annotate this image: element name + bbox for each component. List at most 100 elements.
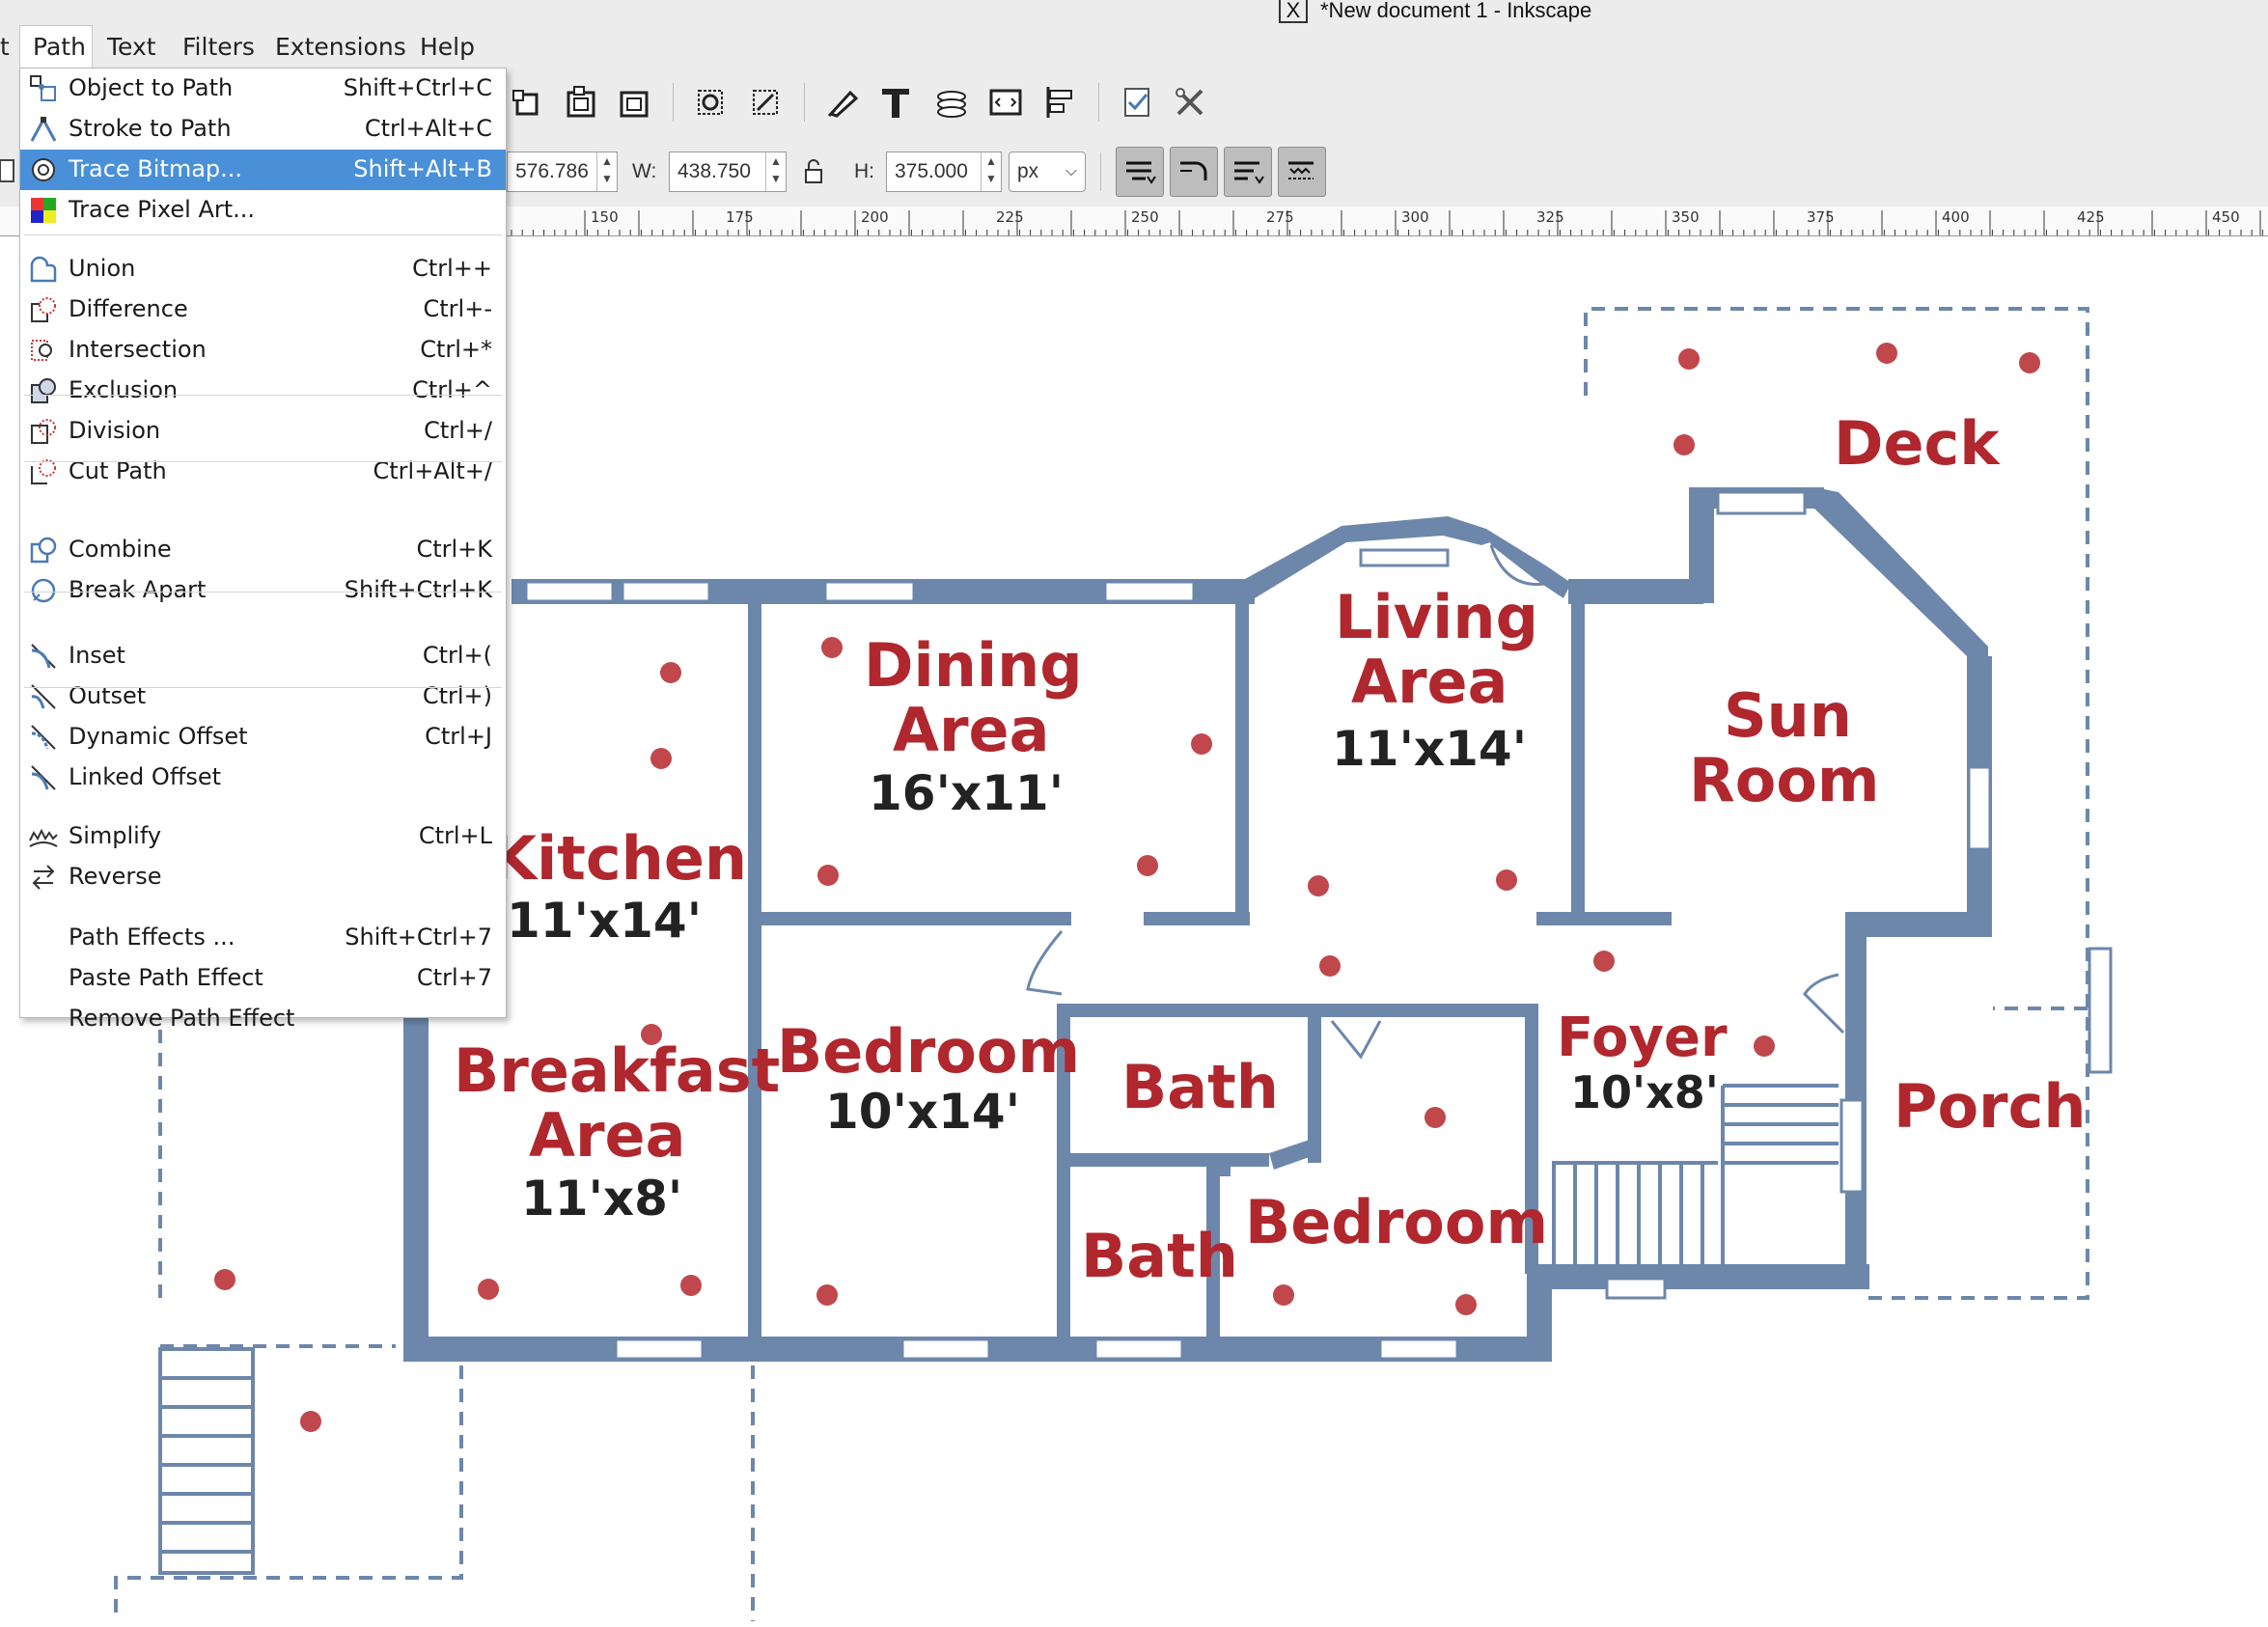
menu-item-outset[interactable]: Outset Ctrl+) xyxy=(20,676,506,717)
room-label-room: Room xyxy=(1689,745,1880,815)
exclusion-icon xyxy=(31,378,56,403)
width-label: W: xyxy=(632,160,657,182)
intersection-icon xyxy=(31,340,52,361)
menu-item-trace-bitmap[interactable]: Trace Bitmap... Shift+Alt+B xyxy=(20,150,506,190)
zoom-selection-icon[interactable] xyxy=(693,85,728,120)
width-input[interactable]: 438.750 ▲ ▼ xyxy=(669,152,787,192)
menu-item-shortcut: Ctrl+/ xyxy=(424,417,492,444)
menu-item-label: Linked Offset xyxy=(69,763,222,790)
x-spin-arrows[interactable]: ▲ ▼ xyxy=(596,152,617,191)
menu-item-remove-path-effect[interactable]: Remove Path Effect xyxy=(20,999,506,1039)
scale-corners-toggle[interactable] xyxy=(1170,147,1218,197)
menu-separator xyxy=(24,234,502,235)
menu-item-shortcut: Ctrl+^ xyxy=(412,376,492,403)
layers-icon[interactable] xyxy=(934,85,969,120)
fill-stroke-icon[interactable] xyxy=(825,85,860,120)
menu-object[interactable]: t xyxy=(0,33,10,61)
menu-item-label: Break Apart xyxy=(69,576,207,603)
menu-item-exclusion[interactable]: Exclusion Ctrl+^ xyxy=(20,371,506,411)
menu-item-linked-offset[interactable]: Linked Offset xyxy=(20,758,506,798)
menu-item-dynamic-offset[interactable]: Dynamic Offset Ctrl+J xyxy=(20,717,506,758)
room-label-breakfast: Breakfast xyxy=(454,1035,781,1106)
menu-item-simplify[interactable]: Simplify Ctrl+L xyxy=(20,816,506,857)
menu-item-paste-path-effect[interactable]: Paste Path Effect Ctrl+7 xyxy=(20,958,506,999)
menu-item-combine[interactable]: Combine Ctrl+K xyxy=(20,530,506,570)
menu-item-break-apart[interactable]: Break Apart Shift+Ctrl+K xyxy=(20,570,506,611)
ruler-label: 325 xyxy=(1536,208,1564,226)
height-input[interactable]: 375.000 ▲ ▼ xyxy=(886,152,1002,192)
menu-item-label: Division xyxy=(69,417,161,444)
menu-item-label: Union xyxy=(69,255,136,282)
toolbar-separator xyxy=(1098,83,1099,122)
combine-icon xyxy=(30,537,57,564)
break-apart-icon xyxy=(31,578,56,603)
menu-item-shortcut: Ctrl+L xyxy=(418,822,492,849)
outset-icon xyxy=(31,684,56,709)
ruler-label: 425 xyxy=(2077,208,2105,226)
menu-item-shortcut: Ctrl+J xyxy=(425,723,492,750)
room-dim-dining: 16'x11' xyxy=(869,765,1065,821)
menu-item-label: Stroke to Path xyxy=(69,115,232,142)
menu-item-trace-pixel-art[interactable]: Trace Pixel Art... xyxy=(20,190,506,231)
zoom-drawing-icon[interactable] xyxy=(748,85,783,120)
group-icon[interactable] xyxy=(565,85,599,120)
height-spin-arrows[interactable]: ▲ ▼ xyxy=(981,152,1001,191)
xml-editor-icon[interactable] xyxy=(988,85,1023,120)
menu-item-path-effects[interactable]: Path Effects ... Shift+Ctrl+7 xyxy=(20,918,506,958)
room-label-foyer: Foyer xyxy=(1557,1007,1728,1069)
menu-item-shortcut: Shift+Ctrl+7 xyxy=(345,924,492,951)
menu-item-shortcut: Shift+Alt+B xyxy=(353,155,492,182)
width-spin-arrows[interactable]: ▲ ▼ xyxy=(765,152,786,191)
title-bar: X *New document 1 - Inkscape xyxy=(0,0,2268,23)
toolbar-separator xyxy=(804,83,805,122)
menu-item-intersection[interactable]: Intersection Ctrl+* xyxy=(20,330,506,371)
lock-icon[interactable] xyxy=(803,158,824,185)
document-properties-icon[interactable] xyxy=(1120,85,1154,120)
menu-item-object-to-path[interactable]: Object to Path Shift+Ctrl+C xyxy=(20,69,506,109)
scale-stroke-toggle[interactable] xyxy=(1116,147,1164,197)
menu-item-label: Intersection xyxy=(69,336,207,363)
menu-help[interactable]: Help xyxy=(420,33,475,61)
menu-item-label: Trace Pixel Art... xyxy=(69,196,256,223)
ungroup-icon[interactable] xyxy=(618,85,652,120)
menu-item-cut-path[interactable]: Cut Path Ctrl+Alt+/ xyxy=(20,452,506,492)
text-font-icon[interactable] xyxy=(878,85,913,120)
menu-item-label: Paste Path Effect xyxy=(69,964,263,991)
room-label-sun: Sun xyxy=(1724,680,1852,751)
ruler-label: 225 xyxy=(996,208,1024,226)
ruler-label: 250 xyxy=(1131,208,1159,226)
menu-item-division[interactable]: Division Ctrl+/ xyxy=(20,411,506,452)
menu-filters[interactable]: Filters xyxy=(182,33,255,61)
transform-gradients-toggle[interactable] xyxy=(1224,147,1272,197)
trace-pixel-art-icon xyxy=(31,198,56,223)
x-coordinate-input[interactable]: 576.786 ▲ ▼ xyxy=(507,152,618,192)
simplify-icon xyxy=(29,828,58,847)
menu-item-reverse[interactable]: Reverse xyxy=(20,857,506,897)
menu-item-shortcut: Ctrl++ xyxy=(412,255,492,282)
window-title: *New document 1 - Inkscape xyxy=(1320,0,1592,22)
preferences-icon[interactable] xyxy=(1173,85,1207,120)
menu-text[interactable]: Text xyxy=(107,33,156,61)
menu-path[interactable]: Path xyxy=(33,33,86,61)
room-label-deck: Deck xyxy=(1834,408,2000,479)
menu-item-stroke-to-path[interactable]: Stroke to Path Ctrl+Alt+C xyxy=(20,109,506,150)
room-label-bedroom-1: Bedroom xyxy=(777,1016,1081,1087)
unit-select[interactable]: px ⌵ xyxy=(1009,152,1086,192)
room-label-living: Living xyxy=(1335,582,1538,652)
menu-extensions[interactable]: Extensions xyxy=(275,33,406,61)
menu-item-label: Exclusion xyxy=(69,376,179,403)
ruler-label: 450 xyxy=(2212,208,2240,226)
menu-item-difference[interactable]: Difference Ctrl+- xyxy=(20,290,506,330)
raise-icon[interactable] xyxy=(512,85,546,120)
menu-item-union[interactable]: Union Ctrl++ xyxy=(20,249,506,290)
menu-item-label: Trace Bitmap... xyxy=(69,155,243,182)
align-distribute-icon[interactable] xyxy=(1042,85,1077,120)
partial-icon xyxy=(0,159,14,182)
x-value: 576.786 xyxy=(515,160,589,182)
transform-patterns-toggle[interactable] xyxy=(1278,147,1326,197)
menu-item-inset[interactable]: Inset Ctrl+( xyxy=(20,636,506,676)
menu-item-shortcut: Ctrl+* xyxy=(420,336,492,363)
union-icon xyxy=(30,256,57,283)
ruler-label: 375 xyxy=(1807,208,1835,226)
stroke-to-path-icon xyxy=(30,116,57,142)
